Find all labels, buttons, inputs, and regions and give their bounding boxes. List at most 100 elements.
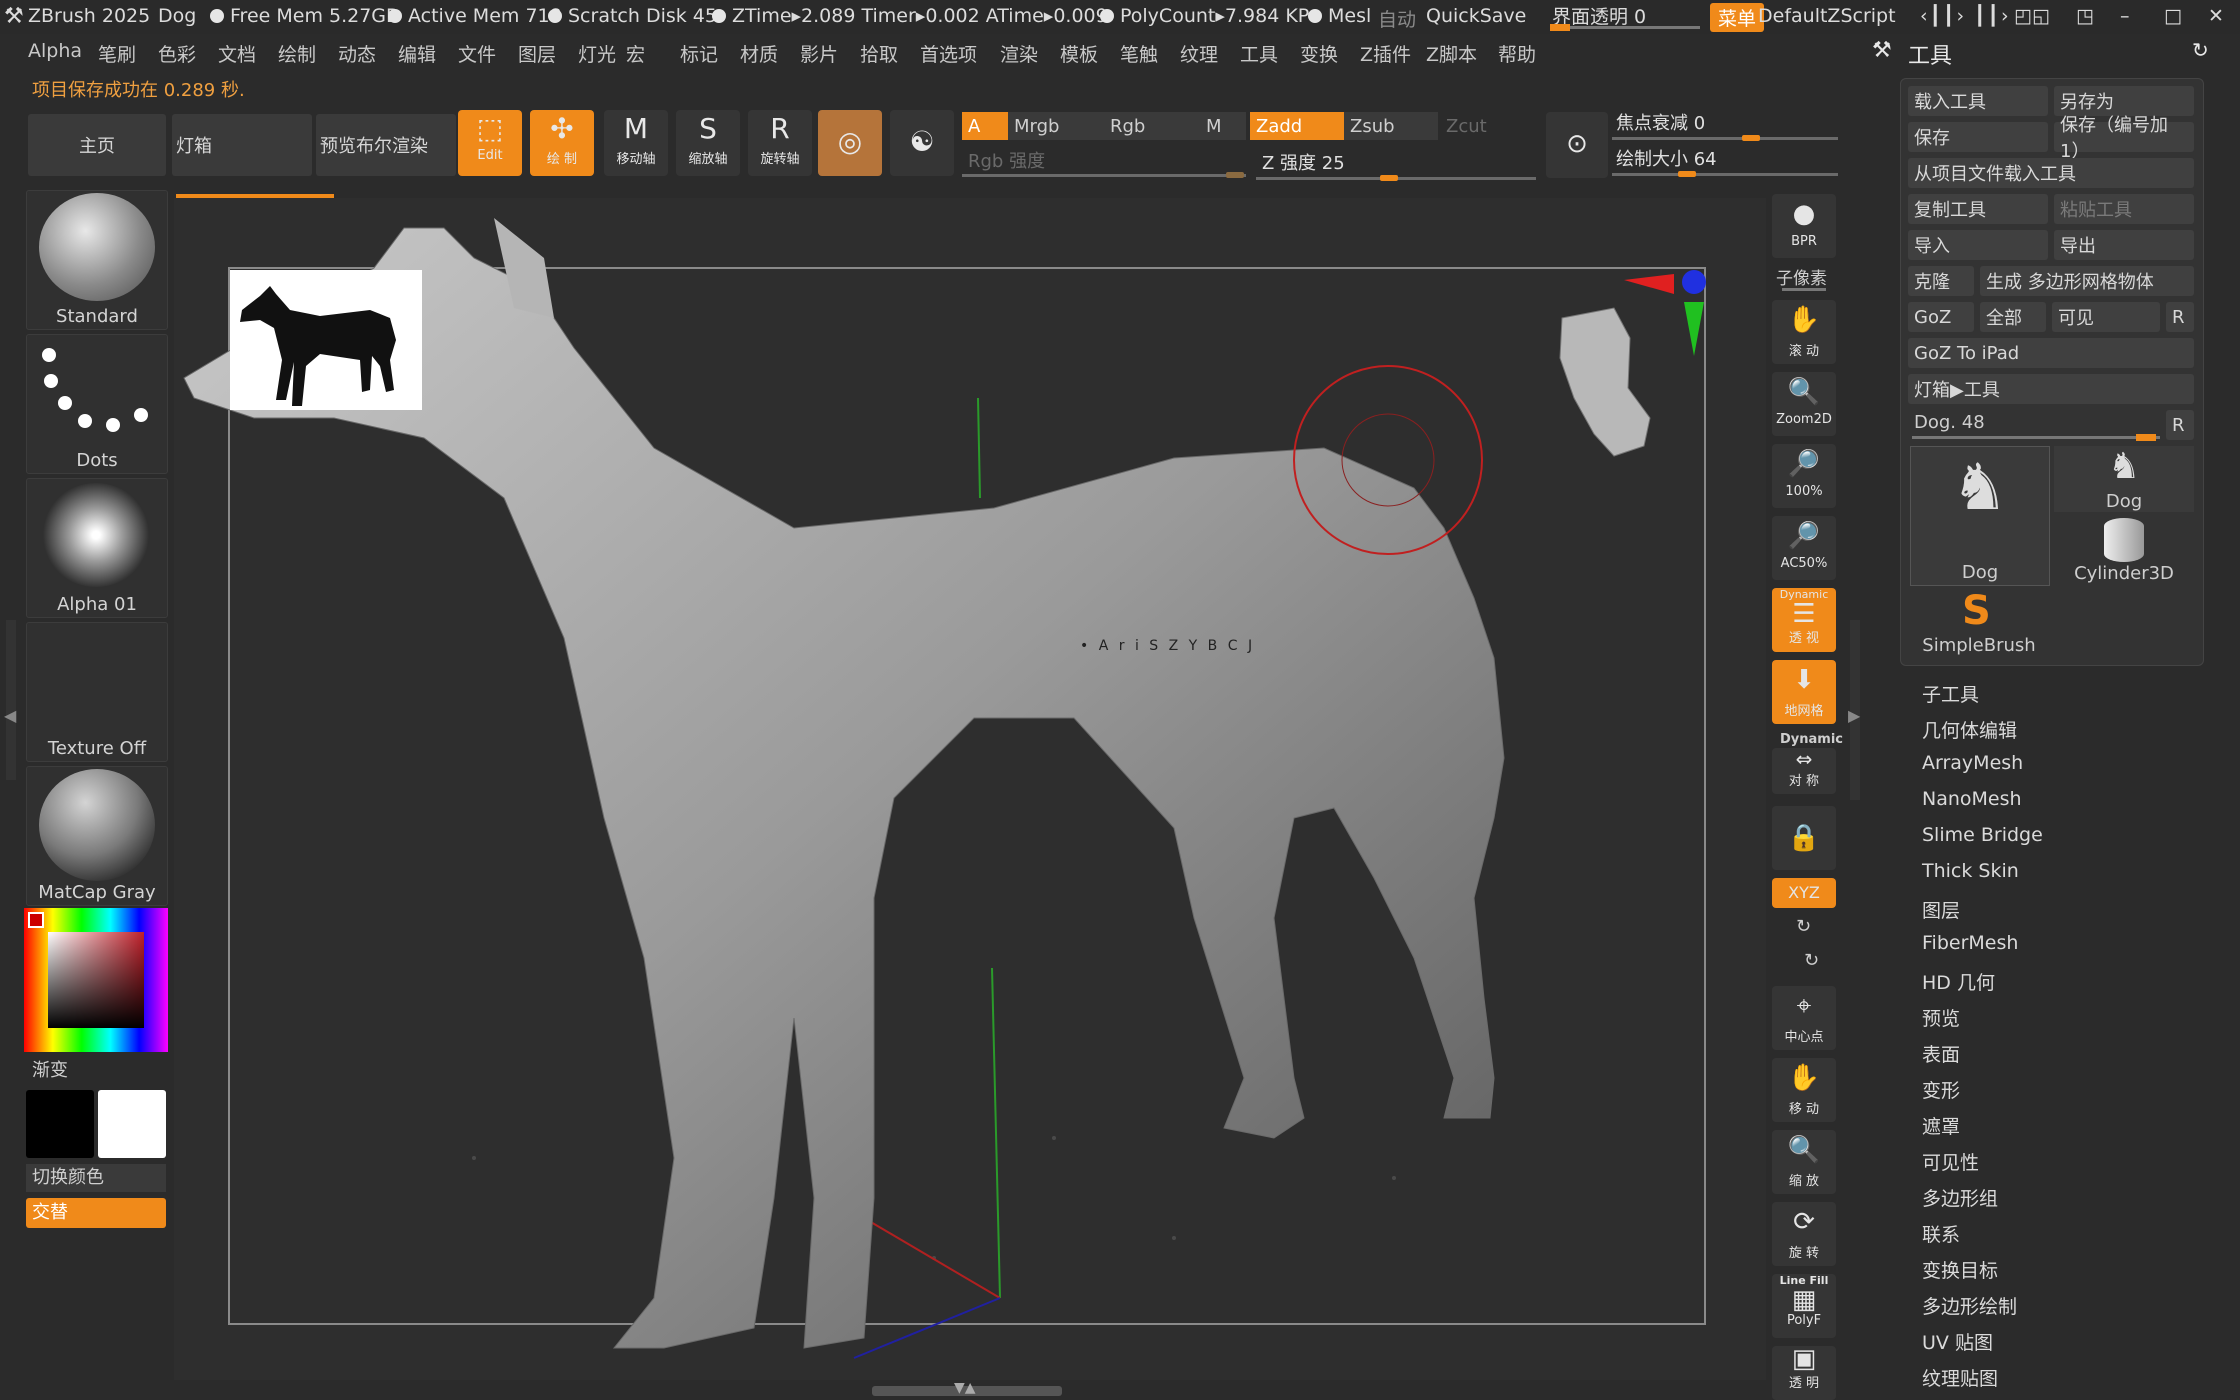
subpalette-item[interactable]: 遮罩 — [1922, 1112, 1960, 1139]
bpr-render-button[interactable]: ● BPR — [1772, 194, 1836, 258]
subpalette-item[interactable]: 可见性 — [1922, 1148, 1979, 1175]
refresh-icon[interactable]: ↻ — [2192, 38, 2209, 62]
subpalette-item[interactable]: 多边形绘制 — [1922, 1292, 2017, 1319]
lazy-mouse-button[interactable]: ⊙ — [1546, 112, 1608, 178]
collapse-left-icon[interactable]: ◀ — [4, 706, 16, 725]
tool-thumb-simplebrush[interactable]: S SimpleBrush — [1910, 588, 2048, 656]
rotate-button[interactable]: R 旋转轴 — [748, 110, 812, 176]
transparency-knob[interactable] — [1550, 24, 1570, 31]
move-view-button[interactable]: ✋ 移 动 — [1772, 1058, 1836, 1122]
subpalette-item[interactable]: ArrayMesh — [1922, 752, 2023, 774]
default-zscript[interactable]: DefaultZScript — [1758, 5, 1896, 27]
subpalette-item[interactable]: 变形 — [1922, 1076, 1960, 1103]
secondary-color-swatch[interactable] — [98, 1090, 166, 1158]
rgb-mode-button[interactable]: ☯ — [890, 110, 954, 176]
window-layout-icon[interactable]: ◰◱ — [2014, 5, 2050, 27]
bpr-preview-button[interactable]: 预览布尔渲染 — [316, 114, 456, 176]
canvas-viewport[interactable]: • A r i S Z Y B C J — [174, 198, 1766, 1380]
subpixel-slider[interactable] — [1782, 288, 1826, 291]
mrgb-button[interactable]: Mrgb — [1008, 112, 1104, 140]
color-square[interactable] — [48, 932, 144, 1028]
menu-item[interactable]: 绘制 — [278, 40, 316, 67]
menu-item[interactable]: 影片 — [800, 40, 838, 67]
collapse-right-icon[interactable]: ▶ — [1848, 706, 1860, 725]
a-button[interactable]: A — [962, 112, 1008, 140]
menu-item[interactable]: 图层 — [518, 40, 556, 67]
minimize-icon[interactable]: – — [2120, 5, 2130, 27]
menu-item[interactable]: Z脚本 — [1426, 40, 1477, 67]
focal-shift-slider[interactable] — [1612, 137, 1838, 140]
tool-palette-header[interactable]: ⚒ 工具 ↻ — [1868, 36, 2240, 70]
tool-count-slider[interactable]: Dog. 48 — [1908, 410, 2160, 441]
zcut-button[interactable]: Zcut — [1440, 112, 1536, 140]
subpalette-item[interactable]: 联系 — [1922, 1220, 1960, 1247]
maximize-icon[interactable]: □ — [2164, 5, 2182, 27]
menu-item[interactable]: 标记 — [680, 40, 718, 67]
polyframe-button[interactable]: Line Fill ▦ PolyF — [1772, 1274, 1836, 1338]
menu-item[interactable]: 文档 — [218, 40, 256, 67]
z-rotate-icon[interactable]: ↻ — [1804, 950, 1819, 971]
menu-item[interactable]: 笔触 — [1120, 40, 1158, 67]
copy-tool-button[interactable]: 复制工具 — [1908, 194, 2048, 224]
lock-button[interactable]: 🔒 — [1772, 806, 1836, 870]
menu-item[interactable]: 纹理 — [1180, 40, 1218, 67]
goz-ipad-button[interactable]: GoZ To iPad — [1908, 338, 2194, 368]
save-increment-button[interactable]: 保存（编号加 1） — [2054, 115, 2194, 162]
load-from-project-button[interactable]: 从项目文件载入工具 — [1908, 158, 2194, 188]
menu-button[interactable]: 菜单 — [1710, 3, 1765, 32]
import-button[interactable]: 导入 — [1908, 230, 2048, 260]
transparent-button[interactable]: ▣ 透 明 — [1772, 1346, 1836, 1400]
lightbox-button[interactable]: 灯箱 — [172, 114, 312, 176]
zoom2d-button[interactable]: 🔍 Zoom2D — [1772, 372, 1836, 436]
left-tray-handle[interactable] — [6, 620, 16, 780]
subpalette-item[interactable]: Thick Skin — [1922, 860, 2019, 882]
menu-item[interactable]: 编辑 — [398, 40, 436, 67]
antialias-half-button[interactable]: 🔎 AC50% — [1772, 516, 1836, 580]
paste-tool-button[interactable]: 粘贴工具 — [2054, 194, 2194, 224]
move-button[interactable]: M 移动轴 — [604, 110, 668, 176]
draw-size-knob[interactable] — [1678, 171, 1696, 177]
material-selector[interactable]: MatCap Gray — [26, 766, 168, 906]
y-rotate-icon[interactable]: ↻ — [1796, 916, 1811, 937]
subpalette-item[interactable]: 几何体编辑 — [1922, 716, 2017, 743]
rgb-intensity-knob[interactable] — [1226, 172, 1244, 178]
menu-item[interactable]: 动态 — [338, 40, 376, 67]
main-color-swatch[interactable] — [26, 1090, 94, 1158]
menu-item[interactable]: 工具 — [1240, 40, 1278, 67]
collapse-bottom-icon[interactable]: ▼▲ — [954, 1380, 976, 1396]
center-point-button[interactable]: ⌖ 中心点 — [1772, 986, 1836, 1050]
goz-visible-button[interactable]: 可见 — [2052, 302, 2160, 332]
scale-button[interactable]: S 缩放轴 — [676, 110, 740, 176]
tool-thumb-dog-active[interactable]: ♞ Dog — [1910, 446, 2050, 586]
draw-size-slider[interactable] — [1612, 173, 1838, 176]
symmetry-button[interactable]: ⇔ 对 称 — [1772, 748, 1836, 794]
menu-item[interactable]: 宏 — [626, 40, 645, 67]
scroll-button[interactable]: ✋ 滚 动 — [1772, 300, 1836, 364]
zbrush-logo-icon[interactable]: ⚒ — [4, 4, 24, 29]
subpalette-item[interactable]: 图层 — [1922, 896, 1960, 923]
goz-button[interactable]: GoZ — [1908, 302, 1974, 332]
window-layout2-icon[interactable]: ◳ — [2076, 5, 2094, 27]
rotate-view-button[interactable]: ⟳ 旋 转 — [1772, 1202, 1836, 1266]
transparency-slider[interactable]: 界面透明 0 — [1550, 0, 1700, 31]
actual-size-button[interactable]: 🔎 100% — [1772, 444, 1836, 508]
m-button[interactable]: M — [1200, 112, 1246, 140]
alpha-selector[interactable]: Alpha 01 — [26, 478, 168, 618]
tool-thumb-cylinder[interactable]: Cylinder3D — [2054, 516, 2194, 584]
draw-button[interactable]: ✣ 绘 制 — [530, 110, 594, 176]
rgb-intensity-slider[interactable] — [962, 174, 1246, 177]
subpalette-item[interactable]: 变换目标 — [1922, 1256, 1998, 1283]
subpalette-item[interactable]: 预览 — [1922, 1004, 1960, 1031]
subpalette-item[interactable]: 表面 — [1922, 1040, 1960, 1067]
home-button[interactable]: 主页 — [28, 114, 166, 176]
subpalette-item[interactable]: 子工具 — [1922, 680, 1979, 707]
tool-thumb-dog[interactable]: ♞ Dog — [2054, 446, 2194, 512]
subpalette-item[interactable]: FiberMesh — [1922, 932, 2018, 954]
brush-selector[interactable]: Standard — [26, 190, 168, 330]
perspective-button[interactable]: Dynamic ☰ 透 视 — [1772, 588, 1836, 652]
switch-color-button[interactable]: 切换颜色 — [26, 1164, 166, 1192]
save-button[interactable]: 保存 — [1908, 122, 2048, 152]
goz-r-button[interactable]: R — [2166, 302, 2194, 332]
subpalette-item[interactable]: 纹理贴图 — [1922, 1364, 1998, 1391]
menu-item[interactable]: 首选项 — [920, 40, 977, 67]
